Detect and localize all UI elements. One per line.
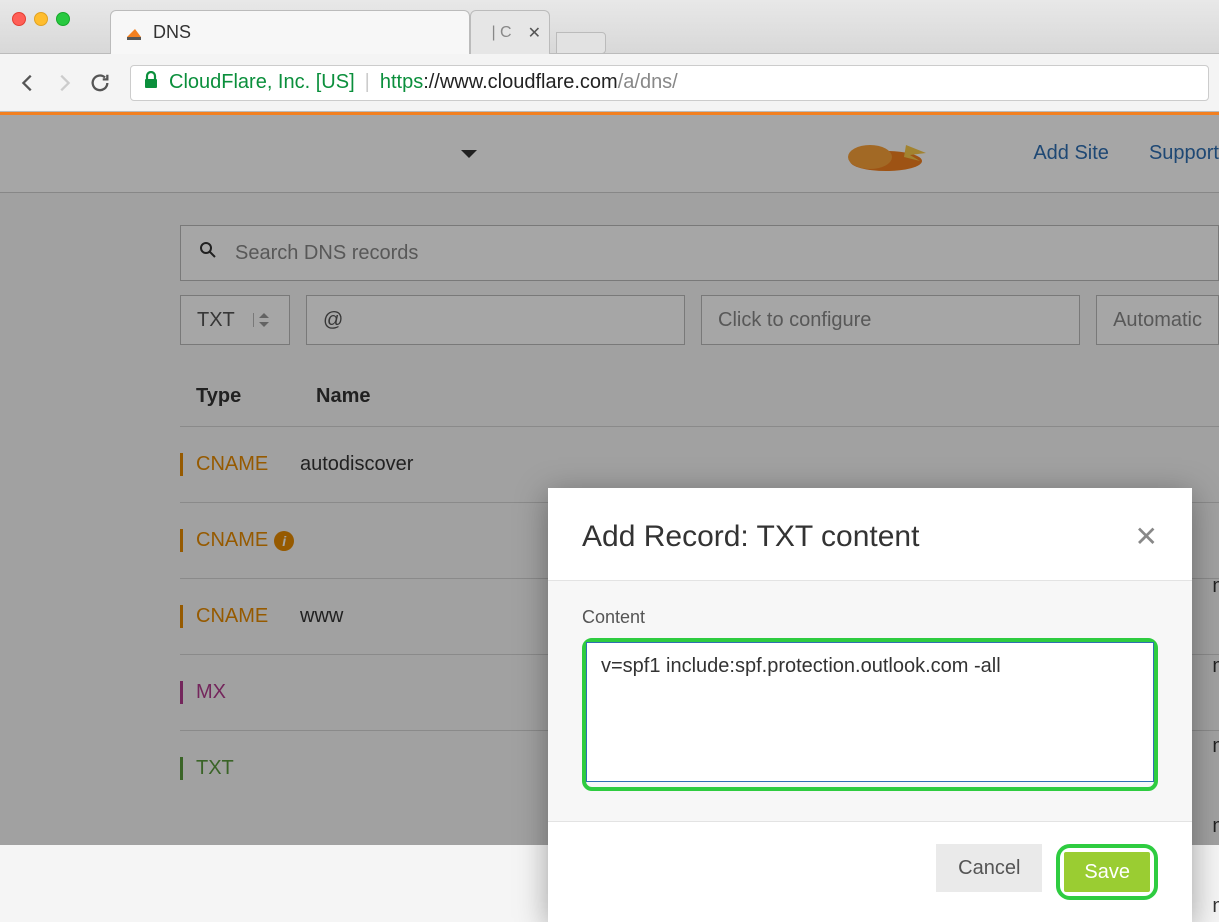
modal-body: Content [548,581,1192,821]
modal-footer: Cancel Save [548,821,1192,922]
divider: | [365,71,370,94]
window-minimize-icon[interactable] [34,12,48,26]
content-field-label: Content [582,607,1158,628]
toolbar: CloudFlare, Inc. [US] | https://www.clou… [0,54,1219,112]
forward-button [46,65,82,101]
modal-title: Add Record: TXT content [582,520,919,554]
tab-strip: DNS | C ✕ [110,10,606,54]
new-tab-button[interactable] [556,32,606,54]
close-icon[interactable]: ✕ [528,23,541,43]
txt-content-textarea[interactable] [586,642,1154,782]
url-text: https://www.cloudflare.com/a/dns/ [380,71,678,94]
cloudflare-favicon-icon [125,24,143,42]
ssl-org-name: CloudFlare, Inc. [US] [169,71,355,94]
tab-active[interactable]: DNS [110,10,470,54]
save-button[interactable]: Save [1064,852,1150,892]
tab-title: DNS [153,22,191,43]
window-close-icon[interactable] [12,12,26,26]
cancel-button[interactable]: Cancel [936,844,1042,892]
clipped-text: m [1212,895,1219,918]
window-controls [12,12,70,26]
lock-icon [143,71,159,95]
window-zoom-icon[interactable] [56,12,70,26]
modal-header: Add Record: TXT content ✕ [548,488,1192,581]
tab-background[interactable]: | C ✕ [470,10,550,54]
tab-background-hint: | C [491,24,511,42]
highlight-annotation: Save [1056,844,1158,900]
highlight-annotation [582,638,1158,791]
address-bar[interactable]: CloudFlare, Inc. [US] | https://www.clou… [130,65,1209,101]
browser-chrome: DNS | C ✕ [0,0,1219,54]
page: Add Site Support Search DNS records TXT … [0,112,1219,845]
back-button[interactable] [10,65,46,101]
reload-button[interactable] [82,65,118,101]
add-record-modal: Add Record: TXT content ✕ Content Cancel… [548,488,1192,922]
close-icon[interactable]: ✕ [1135,520,1158,553]
